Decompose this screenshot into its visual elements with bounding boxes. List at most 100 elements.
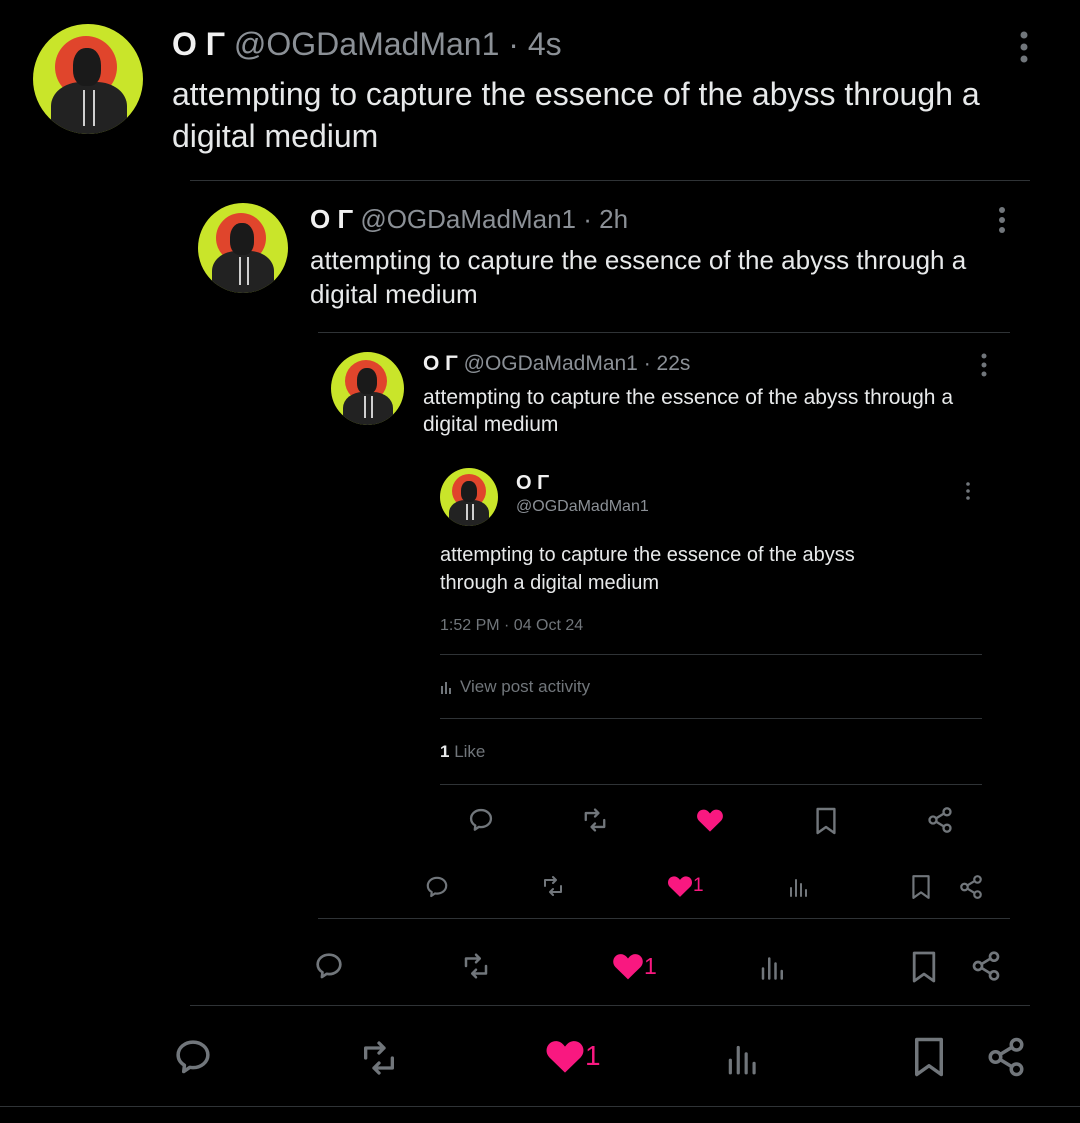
share-button[interactable] bbox=[958, 874, 984, 900]
share-icon bbox=[972, 951, 1000, 981]
post-timestamp[interactable]: 1:52 PM · 04 Oct 24 bbox=[440, 617, 583, 635]
heart-icon bbox=[667, 876, 693, 897]
reply-button[interactable] bbox=[424, 874, 450, 900]
views-icon bbox=[790, 879, 807, 897]
avatar[interactable] bbox=[198, 203, 288, 293]
views-button[interactable] bbox=[787, 874, 811, 898]
like-count: 1 bbox=[585, 1040, 601, 1071]
divider bbox=[440, 654, 982, 655]
avatar-figure-body bbox=[343, 392, 393, 425]
reply-button[interactable] bbox=[313, 950, 345, 982]
reply-icon bbox=[469, 808, 493, 831]
avatar-strap bbox=[472, 504, 474, 520]
share-icon bbox=[988, 1037, 1024, 1077]
bookmark-button[interactable] bbox=[910, 950, 938, 984]
divider bbox=[318, 918, 1010, 919]
avatar[interactable] bbox=[440, 468, 498, 526]
reply-button[interactable] bbox=[467, 806, 495, 834]
avatar-figure-body bbox=[212, 251, 274, 293]
post-header: Ο Γ @OGDaMadMan1 · 4s bbox=[172, 26, 562, 63]
like-button[interactable] bbox=[696, 807, 724, 833]
post-time[interactable]: · 4s bbox=[508, 26, 561, 62]
divider bbox=[440, 718, 982, 719]
view-activity-link[interactable]: View post activity bbox=[440, 677, 590, 697]
reply-button[interactable] bbox=[172, 1036, 214, 1078]
avatar-strap bbox=[371, 396, 373, 418]
share-button[interactable] bbox=[985, 1036, 1027, 1078]
retweet-button[interactable] bbox=[580, 806, 610, 834]
divider bbox=[190, 1005, 1030, 1006]
avatar-figure-head bbox=[357, 368, 377, 394]
share-icon bbox=[960, 875, 982, 899]
post-time[interactable]: · 22s bbox=[644, 352, 691, 375]
handle[interactable]: @OGDaMadMan1 bbox=[516, 498, 649, 516]
more-icon[interactable] bbox=[1014, 30, 1034, 66]
avatar-strap bbox=[239, 257, 241, 285]
avatar-strap bbox=[364, 396, 366, 418]
more-icon[interactable] bbox=[993, 206, 1011, 236]
retweet-icon bbox=[363, 1041, 394, 1075]
more-icon[interactable] bbox=[962, 482, 974, 502]
reply-icon bbox=[426, 876, 448, 898]
like-button[interactable]: 1 bbox=[667, 874, 704, 898]
bookmark-button[interactable] bbox=[814, 806, 838, 836]
handle[interactable]: @OGDaMadMan1 bbox=[360, 204, 576, 234]
avatar-strap bbox=[247, 257, 249, 285]
avatar-strap bbox=[466, 504, 468, 520]
post-text: attempting to capture the essence of the… bbox=[423, 386, 954, 437]
divider bbox=[190, 180, 1030, 181]
heart-icon bbox=[697, 809, 723, 832]
views-button[interactable] bbox=[724, 1036, 762, 1078]
retweet-icon bbox=[464, 953, 488, 979]
bookmark-button[interactable] bbox=[910, 874, 932, 900]
display-name[interactable]: Ο Γ bbox=[423, 352, 458, 375]
display-name[interactable]: Ο Γ bbox=[310, 204, 353, 234]
avatar[interactable] bbox=[331, 352, 404, 425]
share-icon bbox=[928, 807, 952, 833]
divider bbox=[0, 1106, 1080, 1107]
bookmark-icon bbox=[912, 875, 930, 899]
like-count: 1 bbox=[693, 875, 704, 896]
reply-icon bbox=[176, 1040, 210, 1074]
views-icon bbox=[728, 1045, 756, 1075]
reply-icon bbox=[316, 953, 342, 979]
heart-icon bbox=[546, 1041, 584, 1073]
likes-label: Like bbox=[454, 742, 486, 761]
post-header: Ο Γ @OGDaMadMan1 · 22s bbox=[423, 352, 690, 376]
likes-count: 1 bbox=[440, 742, 450, 761]
retweet-button[interactable] bbox=[459, 951, 493, 981]
share-button[interactable] bbox=[970, 950, 1002, 982]
post-header: Ο Γ @OGDaMadMan1 · 2h bbox=[310, 204, 628, 235]
post-time[interactable]: · 2h bbox=[583, 204, 628, 234]
retweet-icon bbox=[584, 808, 606, 832]
avatar-figure-head bbox=[230, 223, 254, 255]
avatar-figure-body bbox=[449, 500, 489, 526]
heart-icon bbox=[613, 954, 643, 980]
bookmark-icon bbox=[912, 951, 936, 983]
display-name[interactable]: Ο Γ bbox=[516, 472, 549, 495]
retweet-button[interactable] bbox=[540, 874, 566, 898]
more-icon[interactable] bbox=[976, 353, 992, 379]
share-button[interactable] bbox=[926, 806, 954, 834]
retweet-button[interactable] bbox=[356, 1038, 402, 1078]
avatar[interactable] bbox=[33, 24, 143, 134]
bookmark-icon bbox=[816, 807, 836, 835]
post-text: attempting to capture the essence of the… bbox=[310, 245, 967, 309]
like-button[interactable]: 1 bbox=[545, 1037, 601, 1075]
avatar-strap bbox=[93, 90, 95, 126]
bookmark-button[interactable] bbox=[911, 1036, 947, 1078]
likes-summary[interactable]: 1 Like bbox=[440, 742, 485, 762]
avatar-figure-head bbox=[461, 481, 477, 502]
handle[interactable]: @OGDaMadMan1 bbox=[464, 352, 638, 375]
handle[interactable]: @OGDaMadMan1 bbox=[234, 26, 499, 62]
post-text: attempting to capture the essence of the… bbox=[440, 544, 855, 594]
display-name[interactable]: Ο Γ bbox=[172, 26, 225, 62]
divider bbox=[440, 784, 982, 785]
retweet-icon bbox=[544, 876, 562, 896]
views-button[interactable] bbox=[758, 950, 788, 982]
avatar-figure-head bbox=[73, 48, 101, 86]
like-button[interactable]: 1 bbox=[612, 951, 657, 981]
like-count: 1 bbox=[644, 952, 657, 979]
post-text: attempting to capture the essence of the… bbox=[172, 76, 980, 154]
divider bbox=[318, 332, 1010, 333]
